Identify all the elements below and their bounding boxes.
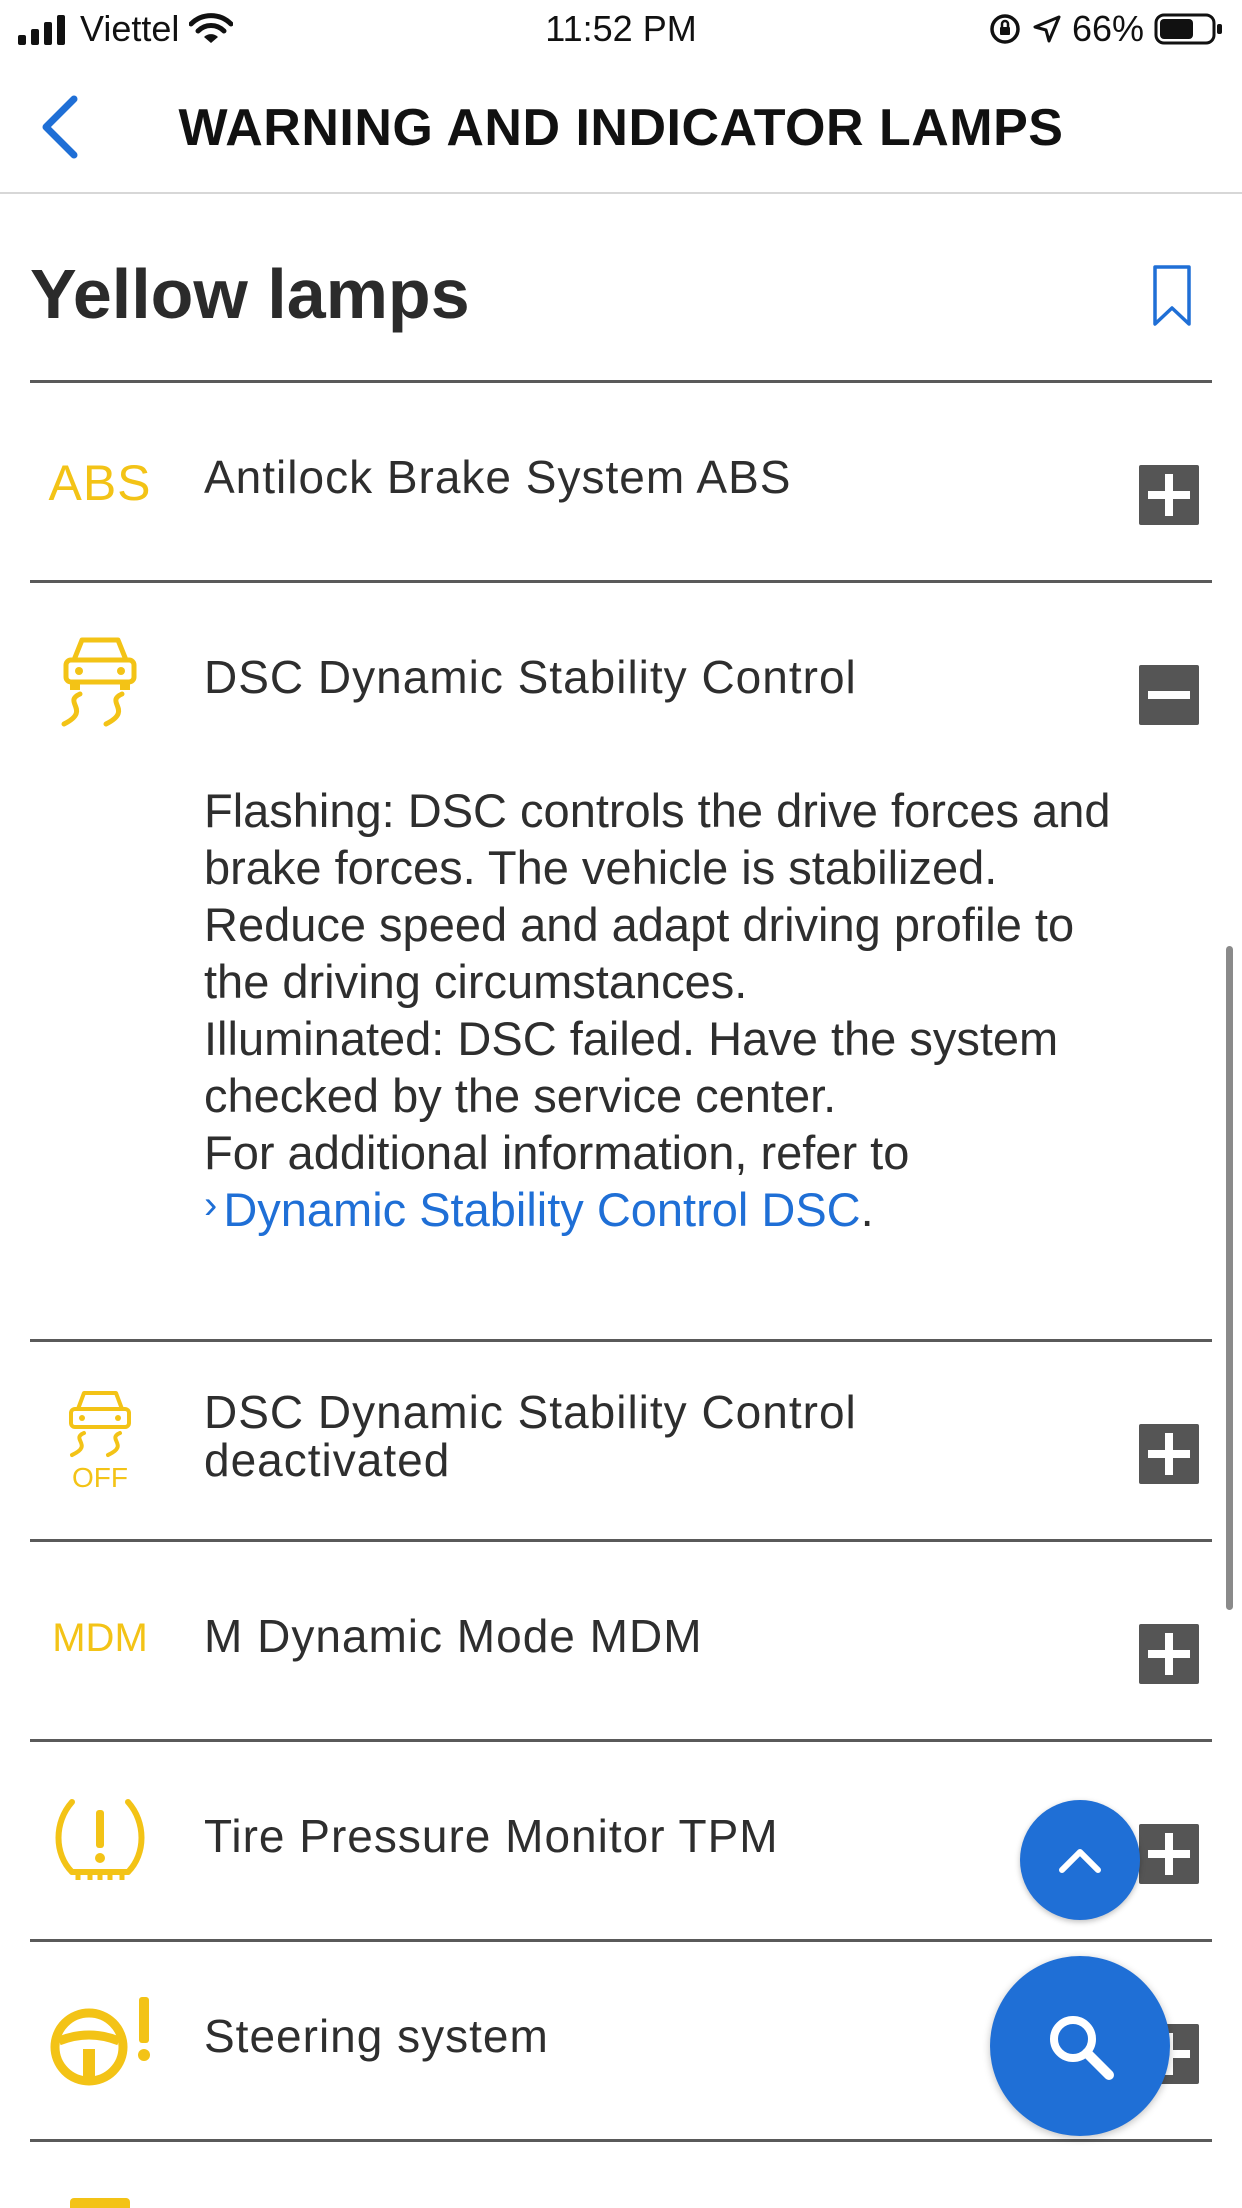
refer-text: For additional information, refer to <box>204 1126 910 1179</box>
lamp-title: DSC Dynamic Stability Control deactivate… <box>204 1386 857 1486</box>
dsc-description: Flashing: DSC controls the drive forces … <box>204 782 1124 1242</box>
status-bar: Viettel 11:52 PM 66% <box>0 0 1242 62</box>
nav-bar: WARNING AND INDICATOR LAMPS <box>0 62 1242 194</box>
chevron-up-icon <box>1059 1849 1101 1873</box>
lamp-title: DSC Dynamic Stability Control <box>204 651 857 703</box>
divider <box>30 2139 1212 2142</box>
scroll-to-top-button[interactable] <box>1020 1800 1140 1920</box>
search-icon <box>1050 2016 1114 2080</box>
bookmark-button[interactable] <box>1152 264 1192 328</box>
dsc-link[interactable]: Dynamic Stability Control DSC <box>223 1183 860 1236</box>
flashing-text: Flashing: DSC controls the drive forces … <box>204 784 1111 1008</box>
illuminated-text: Illuminated: DSC failed. Have the system… <box>204 1012 1059 1122</box>
lamp-title: Steering system <box>204 2010 549 2062</box>
location-arrow-icon <box>1033 15 1061 43</box>
dsc-car-skid-icon <box>40 627 160 737</box>
lamp-row-abs[interactable]: ABS Antilock Brake System ABS <box>0 383 1242 581</box>
bookmark-icon <box>1153 265 1191 326</box>
steering-wheel-warning-icon <box>40 1986 160 2096</box>
search-button[interactable] <box>990 1956 1170 2136</box>
expand-button[interactable] <box>1139 465 1199 525</box>
lamp-row-mdm[interactable]: MDM M Dynamic Mode MDM <box>0 1542 1242 1740</box>
collapse-button[interactable] <box>1139 665 1199 725</box>
tire-pressure-icon <box>40 1790 160 1890</box>
battery-icon <box>1154 13 1222 45</box>
svg-text:OFF: OFF <box>72 1462 128 1491</box>
sentence-end: . <box>860 1183 874 1236</box>
minus-icon <box>1148 691 1190 699</box>
lamp-title: Antilock Brake System ABS <box>204 451 792 503</box>
lamp-row-dsc-off[interactable]: OFF DSC Dynamic Stability Control deacti… <box>0 1342 1242 1540</box>
lamp-title: M Dynamic Mode MDM <box>204 1610 703 1662</box>
mdm-icon: MDM <box>52 1615 148 1660</box>
abs-icon: ABS <box>48 455 152 511</box>
expand-button[interactable] <box>1139 1624 1199 1684</box>
expand-button[interactable] <box>1139 1824 1199 1884</box>
expand-button[interactable] <box>1139 1424 1199 1484</box>
orientation-lock-icon <box>990 14 1020 44</box>
scrollbar[interactable] <box>1226 946 1233 1610</box>
battery-percent: 66% <box>1071 8 1144 49</box>
dsc-off-icon: OFF <box>40 1384 160 1494</box>
chevron-right-icon: › <box>204 1183 218 1227</box>
lamp-title: Tire Pressure Monitor TPM <box>204 1810 779 1862</box>
lamp-icon <box>70 2198 130 2208</box>
section-title: Yellow lamps <box>30 255 470 333</box>
page-title: WARNING AND INDICATOR LAMPS <box>178 99 1064 157</box>
